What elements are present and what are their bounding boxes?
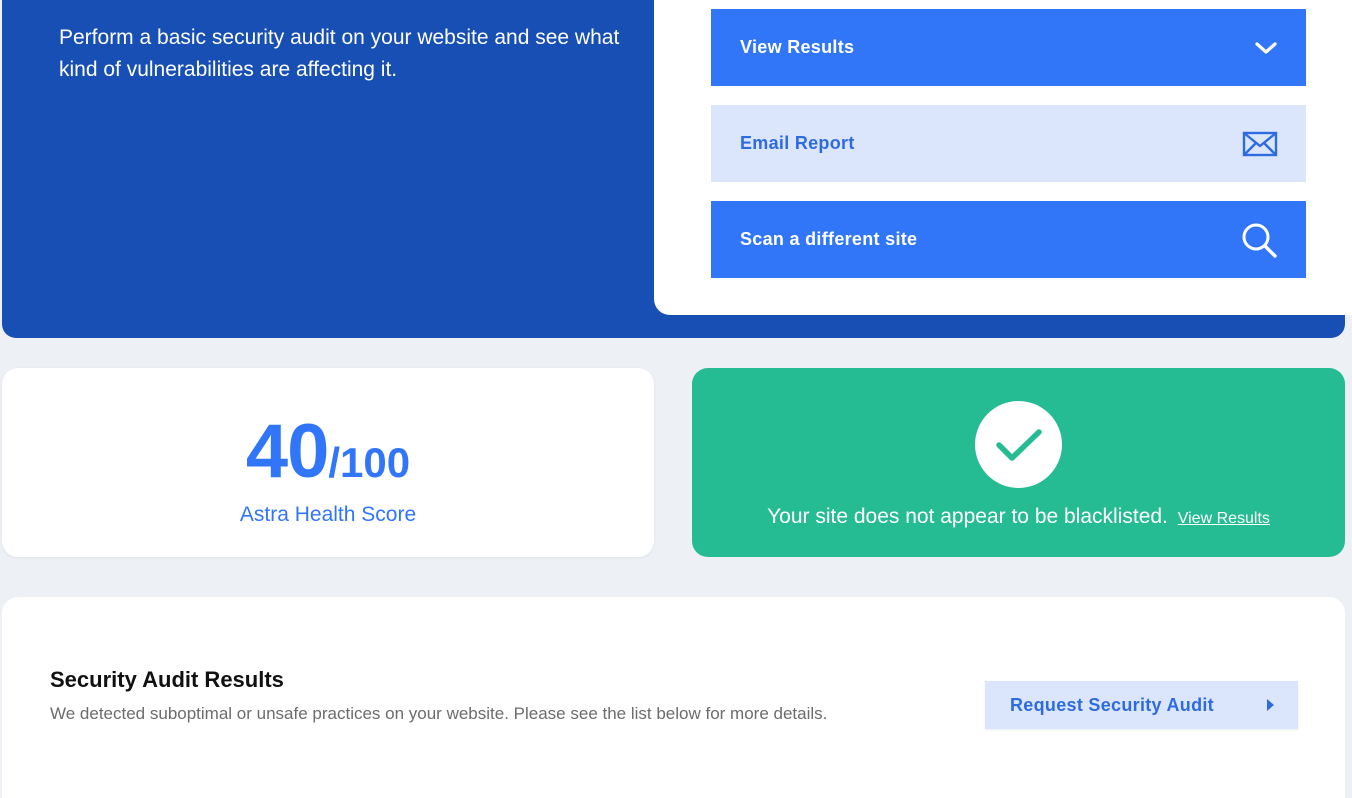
- security-audit-card: Security Audit Results We detected subop…: [2, 597, 1345, 798]
- email-report-button[interactable]: Email Report: [711, 105, 1306, 182]
- request-security-audit-button[interactable]: Request Security Audit: [985, 681, 1298, 729]
- search-icon: [1240, 221, 1278, 259]
- checkmark-icon: [975, 401, 1062, 488]
- hero-description: Perform a basic security audit on your w…: [59, 26, 620, 81]
- request-security-audit-label: Request Security Audit: [1010, 694, 1214, 715]
- health-score-card: 40/100 Astra Health Score: [2, 368, 654, 557]
- score-value: 40: [245, 409, 330, 494]
- action-panel: View Results Email Report Scan a differe…: [654, 0, 1352, 315]
- caret-right-icon: [1267, 699, 1274, 711]
- score-label: Astra Health Score: [239, 503, 417, 526]
- view-results-label: View Results: [740, 37, 855, 57]
- blacklist-message: Your site does not appear to be blacklis…: [767, 505, 1168, 528]
- audit-title: Security Audit Results: [50, 667, 284, 692]
- blacklist-view-results-link[interactable]: View Results: [1178, 510, 1270, 527]
- audit-description: We detected suboptimal or unsafe practic…: [50, 704, 828, 723]
- score-display: 40/100: [2, 408, 654, 495]
- scan-different-site-button[interactable]: Scan a different site: [711, 201, 1306, 278]
- chevron-down-icon: [1254, 40, 1278, 56]
- blacklist-status-card: Your site does not appear to be blacklis…: [692, 368, 1345, 557]
- email-report-label: Email Report: [740, 133, 855, 153]
- scan-different-site-label: Scan a different site: [740, 229, 918, 249]
- score-total: /100: [328, 439, 411, 486]
- view-results-button[interactable]: View Results: [711, 9, 1306, 86]
- envelope-icon: [1242, 130, 1278, 158]
- blacklist-message-line: Your site does not appear to be blacklis…: [692, 505, 1345, 529]
